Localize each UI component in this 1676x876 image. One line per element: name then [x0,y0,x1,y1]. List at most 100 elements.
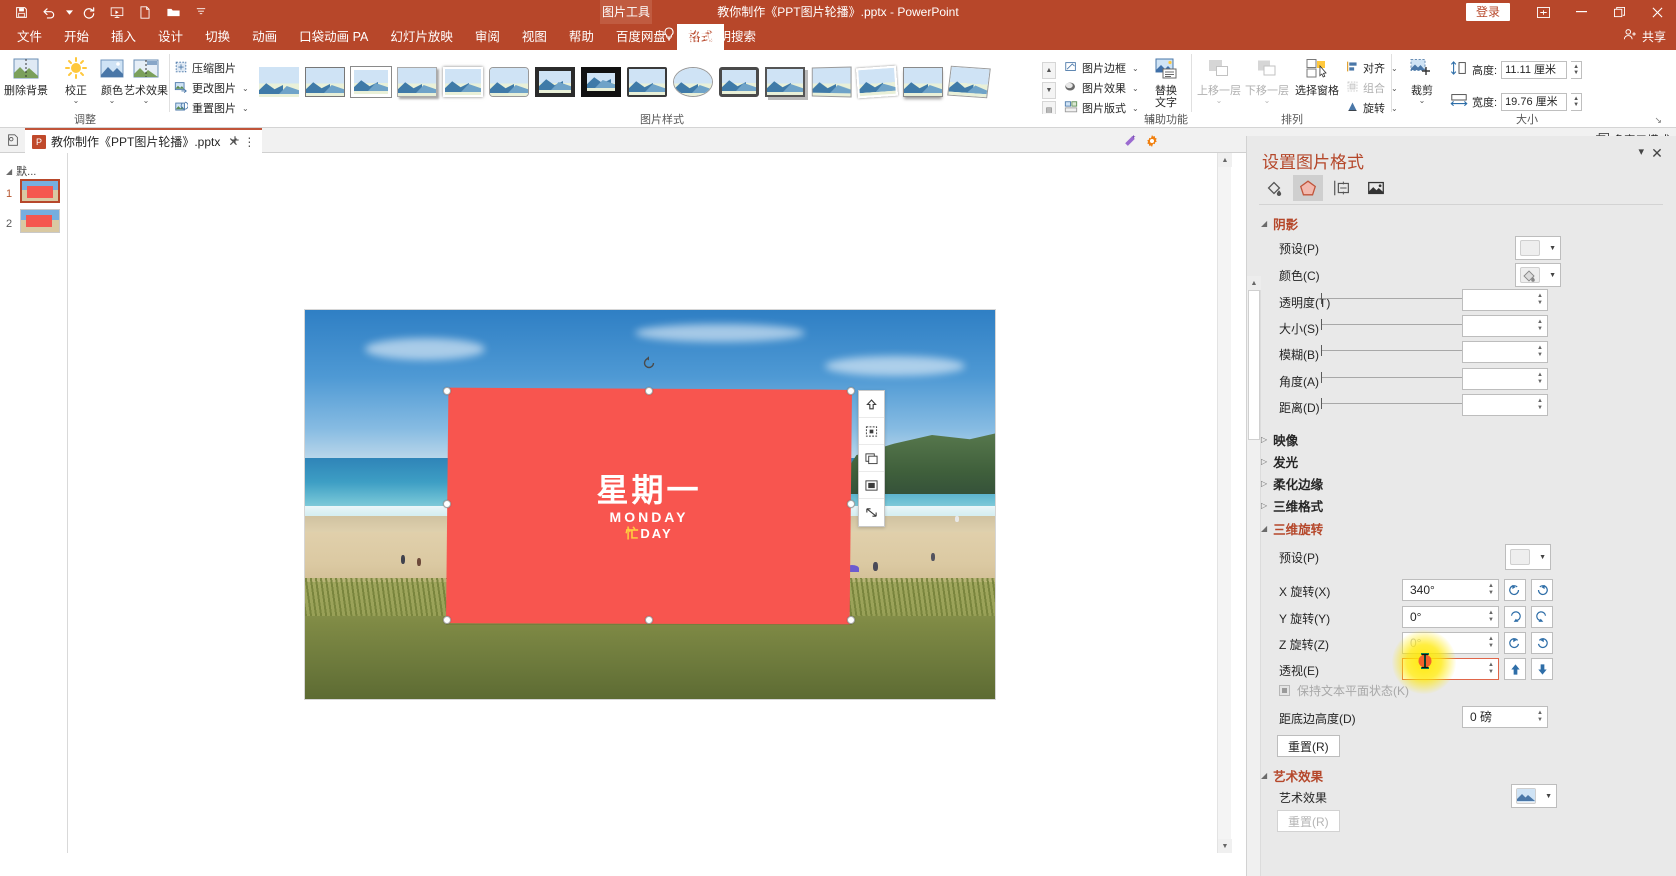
section-3d-format-header[interactable]: ▷ 三维格式 [1261,496,1323,515]
stepper-icon[interactable]: ▲▼ [1535,396,1545,414]
selection-handle-br[interactable] [847,616,855,624]
undo-dropdown-icon[interactable] [64,1,74,23]
minimize-icon[interactable] [1562,0,1600,24]
section-artistic-effects-header[interactable]: ◢ 艺术效果 [1261,766,1323,785]
y-rotate-up-button[interactable] [1504,606,1526,628]
slide-thumb-2[interactable]: 2 [4,209,64,243]
stepper-icon[interactable]: ▲▼ [1486,581,1496,599]
rotation-preset-dropdown[interactable]: ▼ [1505,544,1551,570]
expand-triangle-icon[interactable]: ◢ [1261,771,1267,780]
y-rotation-value[interactable]: 0°▲▼ [1402,606,1499,628]
close-icon[interactable] [1638,0,1676,24]
perspective-value[interactable]: ▲▼ [1402,658,1499,680]
chevron-down-icon[interactable]: ⌄ [124,97,168,105]
y-rotate-down-button[interactable] [1531,606,1553,628]
gallery-item[interactable] [256,60,302,104]
undo-icon[interactable] [36,1,62,23]
layout-options-icon[interactable] [859,391,884,418]
chevron-down-icon[interactable]: ⌄ [1132,104,1139,113]
perspective-decrease-button[interactable] [1531,658,1553,680]
slider-thumb[interactable] [1321,319,1322,330]
gallery-item[interactable] [394,60,440,104]
alt-text-button[interactable]: 替换 文字 [1142,53,1190,109]
size-dialog-launcher[interactable]: ↘ [1654,115,1662,126]
monday-card[interactable]: 星期一 MONDAY 忙DAY [446,388,852,625]
tab-help[interactable]: 帮助 [558,24,605,50]
chevron-down-icon[interactable]: ⌄ [1132,84,1139,93]
chevron-down-icon[interactable]: ⌄ [242,84,249,93]
distance-from-ground-value[interactable]: 0 磅▲▼ [1462,706,1548,728]
collapse-triangle-icon[interactable]: ▷ [1261,501,1267,510]
width-value[interactable]: 19.76 厘米 [1501,93,1567,111]
slider-thumb[interactable] [1321,293,1322,304]
section-soft-edges-header[interactable]: ▷ 柔化边缘 [1261,474,1323,493]
tab-review[interactable]: 审阅 [464,24,511,50]
height-field[interactable]: 高度: 11.11 厘米 ▲▼ [1450,60,1582,79]
gallery-item[interactable] [486,60,532,104]
settings-gear-icon[interactable] [1142,131,1162,150]
x-rotation-value[interactable]: 340°▲▼ [1402,579,1499,601]
picture-layout-button[interactable]: 图片版式 ⌄ [1062,99,1141,117]
effects-tab[interactable] [1293,175,1323,201]
pane-options-icon[interactable]: ▾ [1638,145,1644,158]
collapse-triangle-icon[interactable]: ◢ [6,167,12,176]
stepper-icon[interactable]: ▲▼ [1486,608,1496,626]
crop-button[interactable]: 裁剪 ⌄ [1400,53,1444,109]
stepper-icon[interactable]: ▲▼ [1535,317,1545,335]
collapse-triangle-icon[interactable]: ▷ [1261,435,1267,444]
ribbon-display-options-icon[interactable] [1524,0,1562,24]
stepper-icon[interactable]: ▲▼ [1535,370,1545,388]
shadow-distance-slider[interactable] [1321,397,1469,411]
chevron-down-icon[interactable]: ▼ [1549,272,1556,279]
shadow-color-dropdown[interactable]: ▼ [1515,263,1561,287]
tab-design[interactable]: 设计 [147,24,194,50]
slider-thumb[interactable] [1321,372,1322,383]
pane-scroll-thumb[interactable] [1248,290,1260,440]
gallery-item[interactable] [624,60,670,104]
height-value[interactable]: 11.11 厘米 [1501,61,1567,79]
size-properties-tab[interactable] [1327,175,1357,201]
tab-transitions[interactable]: 切换 [194,24,241,50]
gallery-item[interactable] [670,60,716,104]
shadow-distance-value[interactable]: ▲▼ [1462,394,1548,416]
new-icon[interactable] [132,1,158,23]
width-field[interactable]: 宽度: 19.76 厘米 ▲▼ [1450,92,1582,111]
magic-wand-icon[interactable] [1120,131,1140,150]
customize-qat-icon[interactable] [188,1,214,23]
chevron-down-icon[interactable]: ⌄ [1400,97,1444,105]
tab-insert[interactable]: 插入 [100,24,147,50]
shadow-preset-dropdown[interactable]: ▼ [1515,236,1561,260]
position-icon[interactable] [859,418,884,445]
z-rotation-value[interactable]: 0°▲▼ [1402,632,1499,654]
shadow-size-slider[interactable] [1321,318,1469,332]
start-slideshow-icon[interactable] [104,1,130,23]
tab-home[interactable]: 开始 [53,24,100,50]
stepper-icon[interactable]: ▲▼ [1535,708,1545,726]
chevron-down-icon[interactable]: ▼ [1549,245,1556,252]
shadow-size-value[interactable]: ▲▼ [1462,315,1548,337]
change-picture-button[interactable]: 更改图片 ⌄ [172,79,251,97]
pane-close-icon[interactable]: ✕ [1648,144,1666,162]
perspective-increase-button[interactable] [1504,658,1526,680]
pane-scroll-up-icon[interactable]: ▲ [1247,276,1261,290]
expand-triangle-icon[interactable]: ◢ [1261,524,1267,533]
height-stepper[interactable]: ▲▼ [1571,61,1582,79]
gallery-item[interactable] [900,60,946,104]
shadow-angle-value[interactable]: ▲▼ [1462,368,1548,390]
new-tab-button[interactable]: + [225,131,245,150]
shadow-transparency-value[interactable]: ▲▼ [1462,289,1548,311]
scroll-up-icon[interactable]: ▲ [1218,153,1232,167]
shadow-angle-slider[interactable] [1321,371,1469,385]
stepper-icon[interactable]: ▲▼ [1486,660,1496,678]
selection-handle-ml[interactable] [443,500,451,508]
stepper-icon[interactable]: ▲▼ [1535,291,1545,309]
tab-animations[interactable]: 动画 [241,24,288,50]
tab-pocket-animation[interactable]: 口袋动画 PA [288,24,379,50]
tab-file[interactable]: 文件 [6,24,53,50]
picture-border-button[interactable]: 图片边框 ⌄ [1062,59,1141,77]
x-rotate-right-button[interactable] [1531,579,1553,601]
selection-handle-tr[interactable] [847,387,855,395]
rotation-handle[interactable] [642,356,656,370]
tab-view[interactable]: 视图 [511,24,558,50]
collapse-triangle-icon[interactable]: ▷ [1261,479,1267,488]
